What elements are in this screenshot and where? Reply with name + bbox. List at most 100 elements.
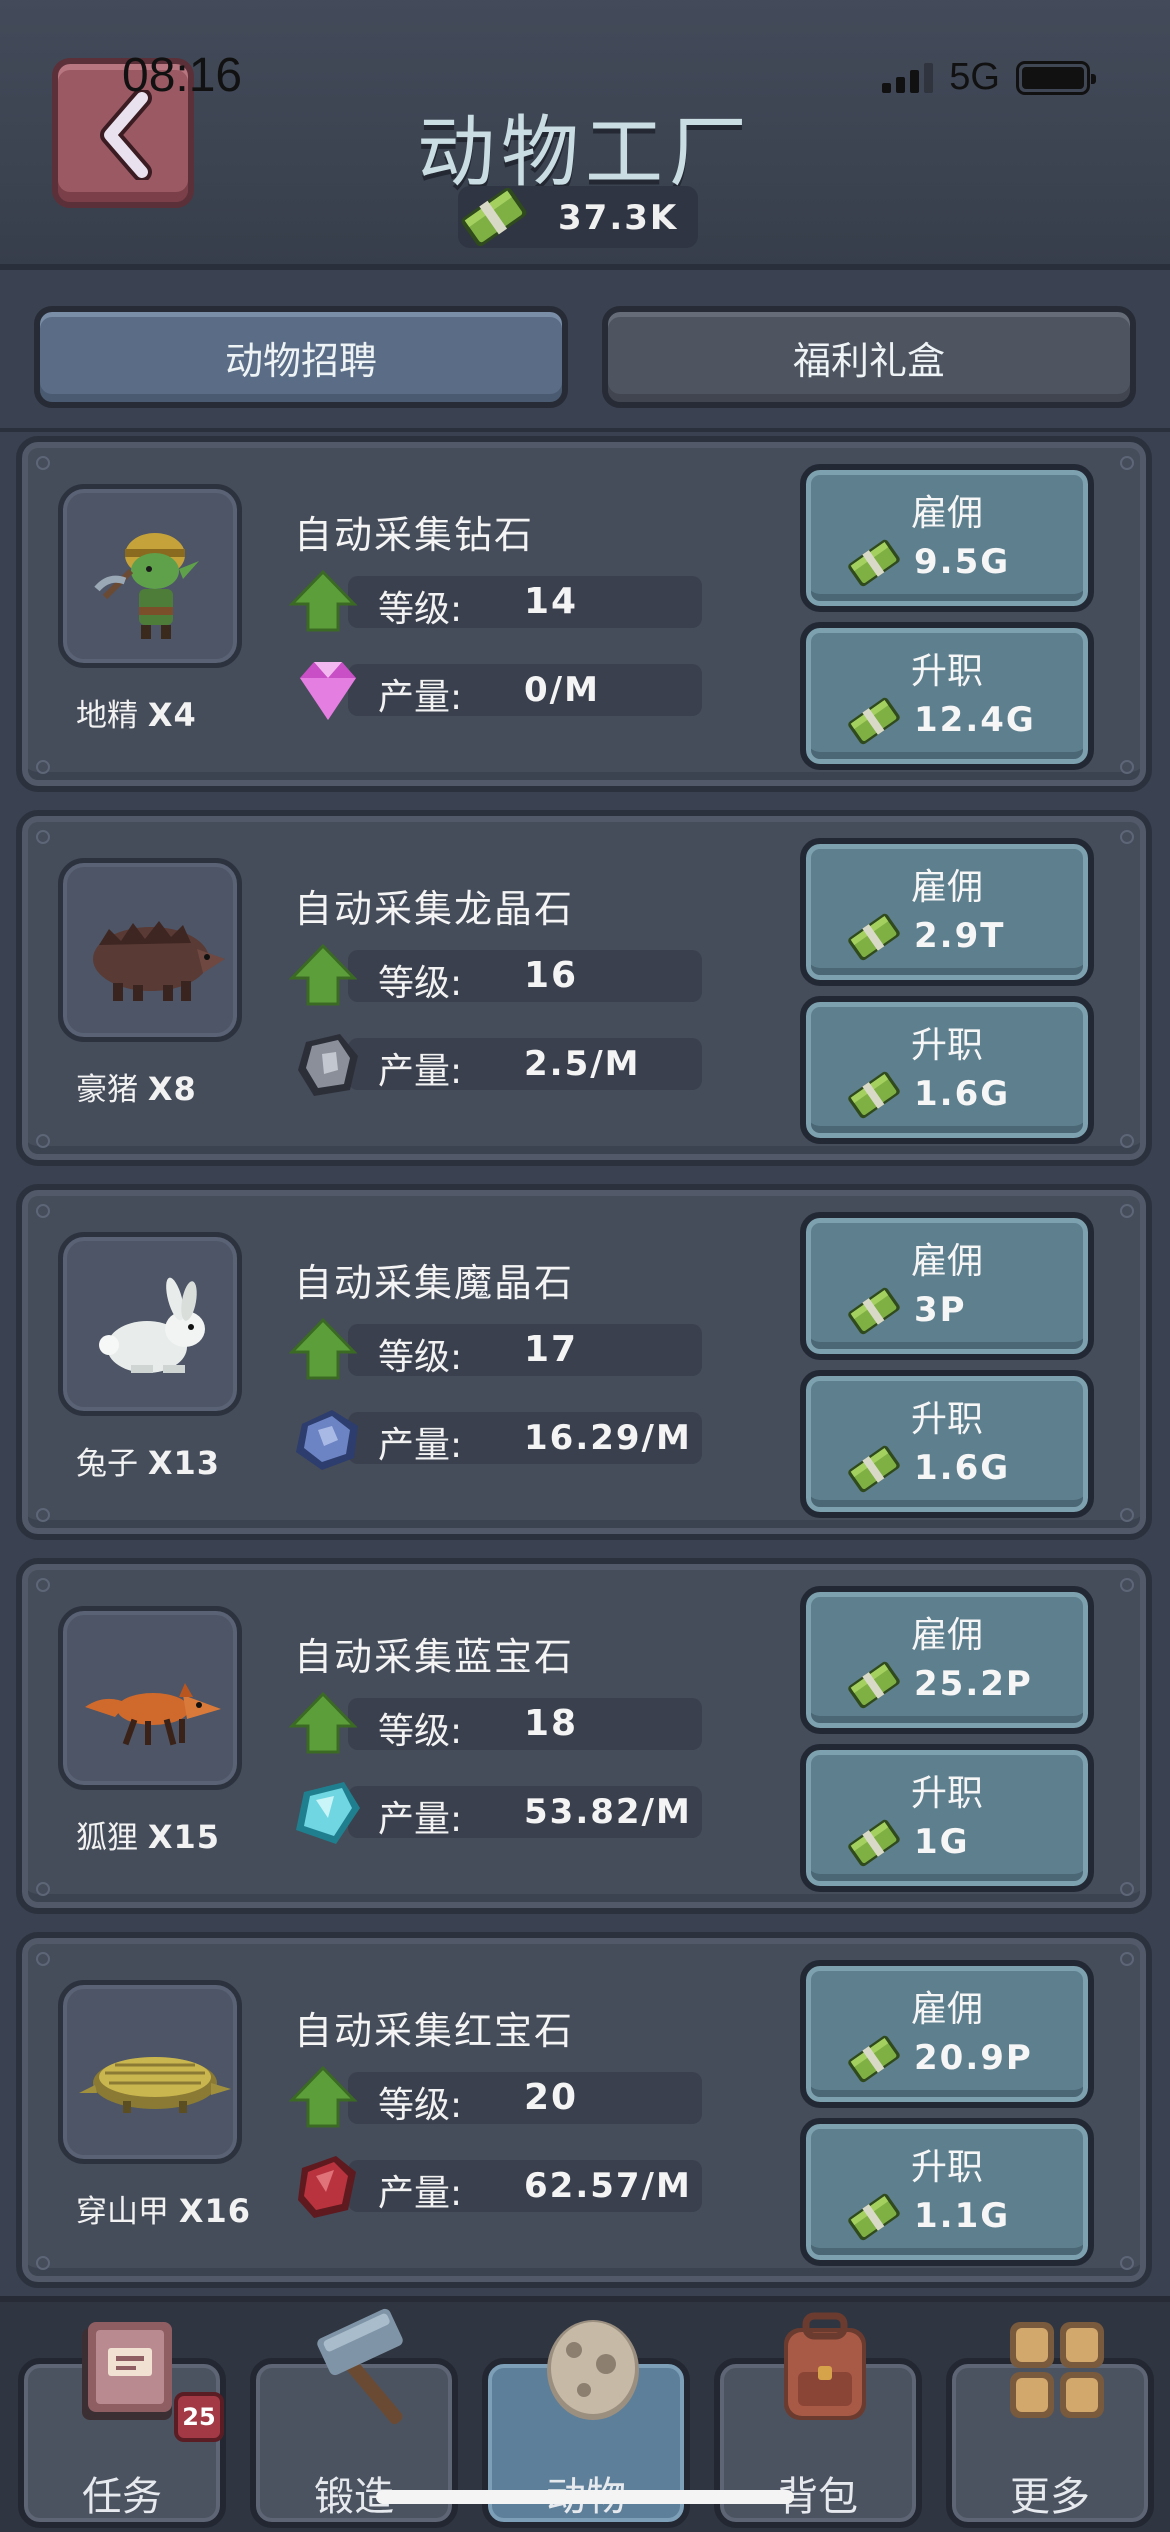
cash-icon [848, 697, 900, 745]
level-row: 等级: 14 [288, 569, 708, 632]
tab-animal-recruit[interactable]: 动物招聘 [34, 306, 568, 408]
promote-label: 升职 [910, 2147, 983, 2188]
animal-portrait[interactable] [58, 1606, 242, 1790]
promote-button[interactable]: 升职 1.6G [800, 1370, 1094, 1518]
level-label: 等级: [378, 1337, 463, 1378]
promote-label: 升职 [910, 1399, 983, 1440]
animal-count: X8 [147, 1070, 197, 1108]
rivet-decoration [1120, 456, 1134, 470]
animal-count: X13 [147, 1444, 221, 1482]
animal-card: 兔子 X13 自动采集魔晶石 等级: 17 产量: 16.29/M 雇佣 3P 升职 1.6G [16, 1184, 1152, 1540]
quest-badge: 25 [174, 2392, 224, 2442]
output-value: 0/M [524, 670, 600, 710]
level-row: 等级: 17 [288, 1317, 708, 1380]
status-bar: 08:16 5G [0, 0, 1170, 150]
animal-card: 豪猪 X8 自动采集龙晶石 等级: 16 产量: 2.5/M 雇佣 2.9T 升职 1.6G [16, 810, 1152, 1166]
animal-portrait[interactable] [58, 484, 242, 668]
job-title: 自动采集龙晶石 [294, 887, 575, 931]
level-up-arrow-icon [288, 943, 358, 1006]
promote-cost: 1.6G [914, 1074, 1011, 1114]
animal-portrait[interactable] [58, 1980, 242, 2164]
signal-icon [882, 62, 934, 93]
currency-value: 37.3K [558, 198, 679, 238]
rivet-decoration [36, 2256, 50, 2270]
promote-cost: 1G [914, 1822, 970, 1862]
output-value: 53.82/M [524, 1792, 692, 1832]
promote-label: 升职 [910, 651, 983, 692]
level-label: 等级: [378, 2085, 463, 2126]
rivet-decoration [36, 1952, 50, 1966]
animal-name: 穿山甲 X16 [76, 2186, 251, 2231]
battery-icon [1016, 60, 1096, 95]
level-label: 等级: [378, 963, 463, 1004]
egg-icon [547, 2320, 639, 2420]
animal-name-label: 狐狸 [76, 1820, 138, 1856]
status-time: 08:16 [122, 49, 243, 102]
hire-button[interactable]: 雇佣 25.2P [800, 1586, 1094, 1734]
level-value: 20 [524, 2077, 579, 2118]
fox-icon [85, 1683, 221, 1746]
rivet-decoration [36, 1204, 50, 1218]
hire-button[interactable]: 雇佣 2.9T [800, 838, 1094, 986]
output-row: 产量: 16.29/M [288, 1408, 708, 1470]
rivet-decoration [1120, 1508, 1134, 1522]
output-label: 产量: [378, 1799, 463, 1840]
animal-name-label: 穿山甲 [76, 2194, 169, 2230]
hire-label: 雇佣 [910, 1989, 983, 2030]
promote-button[interactable]: 升职 1G [800, 1744, 1094, 1892]
rivet-decoration [36, 1578, 50, 1592]
animal-count: X16 [178, 2192, 252, 2230]
magic-crystal-icon [288, 1404, 368, 1478]
output-label: 产量: [378, 1425, 463, 1466]
output-label: 产量: [378, 1051, 463, 1092]
output-label: 产量: [378, 677, 463, 718]
animal-name-label: 地精 [76, 698, 138, 734]
cash-icon [848, 1287, 900, 1335]
diamond-icon [288, 656, 368, 730]
animal-portrait[interactable] [58, 1232, 242, 1416]
promote-button[interactable]: 升职 1.6G [800, 996, 1094, 1144]
animal-portrait[interactable] [58, 858, 242, 1042]
promote-button[interactable]: 升职 12.4G [800, 622, 1094, 770]
nav-quests-label: 任务 [82, 2474, 162, 2520]
animal-name: 兔子 X13 [76, 1438, 220, 1483]
rivet-decoration [1120, 1578, 1134, 1592]
dragon-crystal-icon [288, 1030, 368, 1104]
animal-name-label: 豪猪 [76, 1072, 138, 1108]
output-row: 产量: 2.5/M [288, 1034, 708, 1096]
sapphire-icon [288, 1778, 368, 1852]
currency-display: 37.3K [458, 186, 698, 248]
nav-more[interactable]: 更多 [946, 2322, 1154, 2528]
home-indicator[interactable] [376, 2490, 794, 2504]
status-indicators: 5G [882, 56, 1096, 99]
nav-quests[interactable]: 25 任务 [18, 2322, 226, 2528]
promote-cost: 12.4G [914, 700, 1036, 740]
cash-icon [461, 187, 527, 247]
hire-button[interactable]: 雇佣 9.5G [800, 464, 1094, 612]
output-value: 16.29/M [524, 1418, 692, 1458]
porcupine-icon [93, 921, 225, 1001]
rivet-decoration [1120, 1134, 1134, 1148]
hire-button[interactable]: 雇佣 3P [800, 1212, 1094, 1360]
rivet-decoration [1120, 830, 1134, 844]
animal-count: X15 [147, 1818, 221, 1856]
job-title: 自动采集蓝宝石 [294, 1635, 575, 1679]
network-label: 5G [949, 56, 1000, 98]
rivet-decoration [36, 1134, 50, 1148]
quest-book-icon [82, 2322, 172, 2420]
cash-icon [848, 913, 900, 961]
hammer-icon [317, 2308, 403, 2425]
job-title: 自动采集红宝石 [294, 2009, 575, 2053]
output-row: 产量: 0/M [288, 660, 708, 720]
rivet-decoration [1120, 1952, 1134, 1966]
level-row: 等级: 20 [288, 2065, 708, 2128]
animal-card: 穿山甲 X16 自动采集红宝石 等级: 20 产量: 62.57/M 雇佣 20.9P 升职 1.… [16, 1932, 1152, 2288]
promote-button[interactable]: 升职 1.1G [800, 2118, 1094, 2266]
tab-welfare-gift-box[interactable]: 福利礼盒 [602, 306, 1136, 408]
level-up-arrow-icon [288, 2065, 358, 2128]
pangolin-icon [79, 2057, 231, 2113]
backpack-icon [784, 2312, 866, 2420]
animal-name: 狐狸 X15 [76, 1812, 220, 1857]
cash-icon [848, 1071, 900, 1119]
hire-button[interactable]: 雇佣 20.9P [800, 1960, 1094, 2108]
